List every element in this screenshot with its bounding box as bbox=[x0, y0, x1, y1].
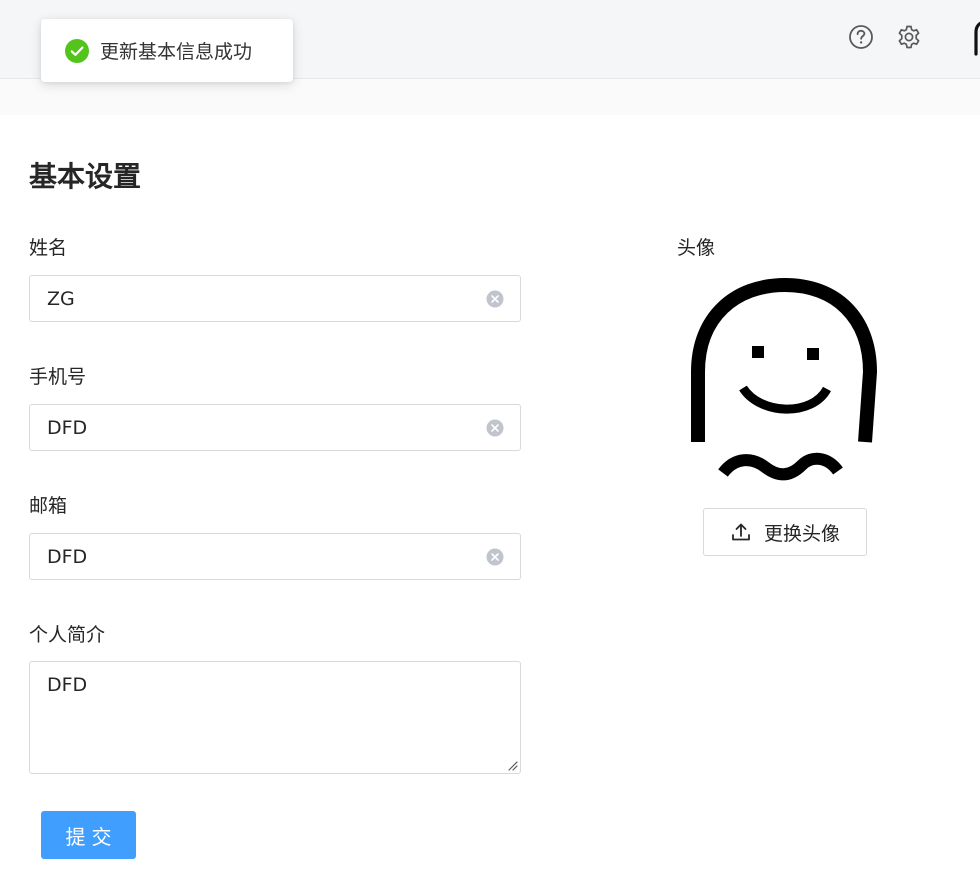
question-circle-icon[interactable] bbox=[846, 22, 876, 52]
phone-input-value: DFD bbox=[47, 416, 88, 439]
page-title: 基本设置 bbox=[29, 160, 142, 193]
bio-label: 个人简介 bbox=[29, 624, 106, 646]
name-input-value: ZG bbox=[47, 287, 75, 310]
clear-icon[interactable] bbox=[486, 548, 504, 566]
clear-icon[interactable] bbox=[486, 290, 504, 308]
phone-label: 手机号 bbox=[29, 366, 87, 388]
toast-message: 更新基本信息成功 bbox=[100, 41, 253, 63]
sub-header bbox=[0, 79, 980, 115]
phone-input[interactable]: DFD bbox=[29, 404, 521, 451]
change-avatar-label: 更换头像 bbox=[763, 522, 840, 545]
name-label: 姓名 bbox=[29, 237, 68, 259]
avatar-image bbox=[691, 277, 878, 481]
email-label: 邮箱 bbox=[29, 495, 68, 517]
bio-textarea[interactable]: DFD bbox=[29, 661, 521, 774]
avatar-label: 头像 bbox=[677, 237, 716, 259]
success-toast: 更新基本信息成功 bbox=[41, 19, 293, 82]
success-check-icon bbox=[65, 38, 89, 63]
upload-icon bbox=[732, 523, 750, 541]
gear-icon[interactable] bbox=[894, 22, 924, 52]
change-avatar-button[interactable]: 更换头像 bbox=[703, 508, 867, 556]
clear-icon[interactable] bbox=[486, 419, 504, 437]
bio-textarea-value: DFD bbox=[47, 674, 88, 696]
resize-handle-icon[interactable] bbox=[506, 759, 518, 771]
submit-button[interactable]: 提交 bbox=[41, 811, 136, 859]
email-input-value: DFD bbox=[47, 545, 88, 568]
user-avatar[interactable] bbox=[966, 18, 980, 58]
email-input[interactable]: DFD bbox=[29, 533, 521, 580]
name-input[interactable]: ZG bbox=[29, 275, 521, 322]
